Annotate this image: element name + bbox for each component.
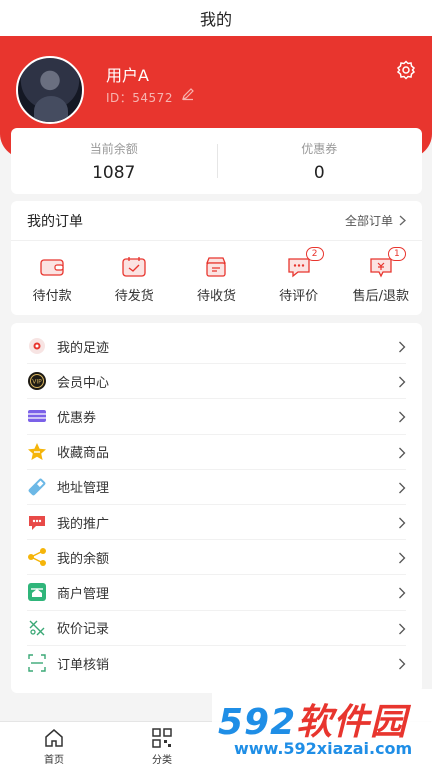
review-count-badge: 2 — [305, 247, 324, 261]
order-label: 待收货 — [196, 289, 236, 304]
balance-label: 当前余额 — [89, 142, 138, 156]
order-label: 待发货 — [114, 289, 154, 304]
tab-label: 首页 — [44, 755, 64, 766]
orders-header: 我的订单 全部订单 — [11, 201, 422, 241]
coupon-value: 0 — [313, 163, 325, 183]
order-pending-payment[interactable]: 待付款 — [11, 255, 93, 304]
avatar[interactable] — [16, 56, 84, 124]
order-after-sales[interactable]: 1 售后/退款 — [340, 247, 422, 304]
username: 用户A — [106, 66, 149, 85]
tab-category[interactable]: 分类 — [108, 722, 216, 768]
watermark-url: www.592xiazai.com — [234, 739, 413, 758]
menu-item-merchant[interactable]: 商户管理 — [27, 575, 406, 611]
watermark-logo: 592软件园 — [218, 702, 408, 743]
refund-count-badge: 1 — [387, 247, 406, 261]
menu-item-verify[interactable]: 订单核销 — [27, 646, 406, 681]
menu-label: 优惠券 — [57, 410, 97, 426]
page-title: 我的 — [199, 10, 232, 29]
menu-label: 收藏商品 — [57, 446, 110, 462]
chevron-right-icon — [399, 552, 406, 564]
menu-item-promotion[interactable]: 我的推广 — [27, 505, 406, 541]
tab-home[interactable]: 首页 — [0, 722, 108, 768]
chevron-right-icon — [399, 447, 406, 459]
gear-icon[interactable] — [396, 60, 416, 80]
box-icon — [206, 257, 227, 277]
user-id: ID：54572 — [106, 91, 173, 105]
order-pending-receipt[interactable]: 待收货 — [175, 255, 257, 304]
coupon-icon — [28, 410, 46, 423]
scan-icon — [28, 654, 46, 672]
order-label: 售后/退款 — [352, 289, 410, 304]
menu-label: 地址管理 — [57, 481, 110, 497]
order-label: 待评价 — [279, 289, 319, 304]
menu-item-bargain[interactable]: 砍价记录 — [27, 611, 406, 646]
chevron-right-icon — [399, 376, 406, 388]
menu-label: 订单核销 — [57, 657, 110, 673]
balance-value: 1087 — [92, 163, 136, 183]
menu-item-coupon[interactable]: 优惠券 — [27, 399, 406, 435]
orders-card: 我的订单 全部订单 待付款 待发货 待收货 2 待评价 1 售后/退款 — [11, 201, 422, 315]
star-icon — [28, 442, 46, 460]
chevron-right-icon — [399, 658, 406, 670]
edit-icon[interactable] — [181, 87, 195, 101]
orders-title: 我的订单 — [27, 213, 83, 230]
footprint-icon — [29, 338, 45, 355]
balance-stat[interactable]: 当前余额 1087 — [11, 128, 217, 194]
page-title-bar: 我的 — [0, 0, 432, 36]
order-label: 待付款 — [32, 289, 72, 304]
menu-label: 我的推广 — [57, 516, 110, 532]
menu-label: 砍价记录 — [57, 622, 110, 638]
coupon-stat[interactable]: 优惠券 0 — [216, 128, 423, 194]
menu-item-address[interactable]: 地址管理 — [27, 470, 406, 505]
wallet-icon — [40, 259, 64, 276]
balance-card: 当前余额 1087 优惠券 0 — [11, 128, 422, 194]
order-pending-shipment[interactable]: 待发货 — [93, 255, 175, 304]
all-orders-label: 全部订单 — [344, 214, 393, 228]
menu-label: 商户管理 — [57, 586, 110, 602]
menu-item-vip[interactable]: VIP 会员中心 — [27, 364, 406, 400]
chevron-right-icon — [399, 341, 406, 353]
chevron-right-icon — [399, 215, 406, 226]
all-orders-link[interactable]: 全部订单 — [345, 212, 406, 229]
watermark: 592软件园 www.592xiazai.com — [212, 689, 432, 768]
bargain-icon — [29, 620, 45, 636]
menu-item-favorites[interactable]: 收藏商品 — [27, 435, 406, 470]
order-pending-review[interactable]: 2 待评价 — [258, 247, 340, 304]
chevron-right-icon — [399, 623, 406, 634]
chevron-right-icon — [399, 587, 406, 599]
chevron-right-icon — [399, 517, 406, 529]
home-icon — [45, 729, 63, 747]
promotion-icon — [29, 516, 45, 531]
share-balance-icon — [28, 548, 46, 567]
menu-label: 会员中心 — [57, 375, 110, 391]
service-menu: 我的足迹 VIP 会员中心 优惠券 收藏商品 地址管理 我的推广 我的余额 商户… — [11, 323, 422, 693]
address-icon — [28, 478, 46, 496]
svg-text:VIP: VIP — [32, 379, 42, 386]
merchant-icon — [28, 583, 46, 602]
vip-icon: VIP — [28, 372, 46, 391]
calendar-check-icon — [122, 257, 146, 277]
menu-label: 我的余额 — [57, 551, 110, 567]
chevron-right-icon — [399, 482, 406, 494]
menu-item-balance[interactable]: 我的余额 — [27, 540, 406, 576]
qrcode-icon — [152, 728, 172, 748]
coupon-label: 优惠券 — [301, 142, 338, 156]
menu-label: 我的足迹 — [57, 340, 110, 356]
menu-item-footprint[interactable]: 我的足迹 — [27, 329, 406, 365]
tab-label: 分类 — [152, 755, 172, 766]
chevron-right-icon — [399, 411, 406, 423]
order-status-row: 待付款 待发货 待收货 2 待评价 1 售后/退款 — [11, 241, 422, 304]
